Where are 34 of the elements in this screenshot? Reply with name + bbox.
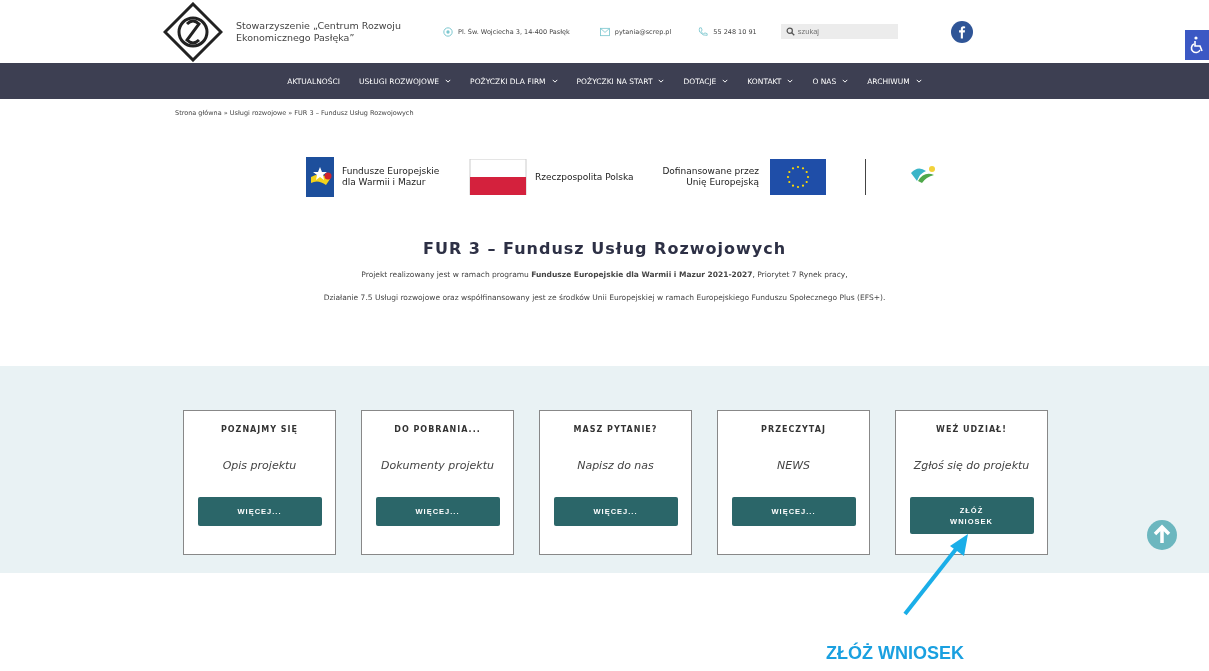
card-heading: MASZ PYTANIE? <box>573 425 658 434</box>
page-title: FUR 3 – Fundusz Usług Rozwojowych <box>421 239 788 258</box>
card-text: NEWS <box>776 459 810 472</box>
chevron-down-icon <box>551 79 558 83</box>
card-heading: WEŹ UDZIAŁ! <box>936 425 1007 434</box>
card-text: Napisz do nas <box>577 459 654 472</box>
chevron-down-icon <box>787 79 794 83</box>
logo-caption: Dofinansowane przez Unię Europejską <box>661 166 759 188</box>
chevron-down-icon <box>915 79 922 83</box>
chevron-down-icon <box>658 79 665 83</box>
card-heading: POZNAJMY SIĘ <box>220 425 299 434</box>
envelope-icon <box>599 26 610 37</box>
phone-icon <box>698 26 709 37</box>
chevron-down-icon <box>722 79 729 83</box>
organization-name: Stowarzyszenie „Centrum Rozwoju Ekonomicznego Pasłęka” <box>236 19 403 44</box>
card-text: Zgłoś się do projektu <box>913 459 1030 472</box>
card-heading: DO POBRANIA... <box>394 425 481 434</box>
card-text: Dokumenty projektu <box>381 459 494 472</box>
chevron-down-icon <box>445 79 452 83</box>
eu-flag-icon <box>769 159 827 195</box>
facebook-icon[interactable] <box>950 20 973 43</box>
polish-flag-icon <box>469 159 527 195</box>
wheelchair-icon <box>1189 36 1205 54</box>
card-heading: PRZECZYTAJ <box>761 425 826 434</box>
search-icon <box>785 27 795 36</box>
logo-icon[interactable] <box>163 1 223 62</box>
card-text: Opis projektu <box>222 459 297 472</box>
logo-caption: Rzeczpospolita Polska <box>535 171 635 183</box>
annotation-label: ZŁÓŻ WNIOSEK <box>826 643 964 664</box>
logo-caption: Fundusze Europejskie dla Warmii i Mazur <box>342 166 441 188</box>
location-pin-icon <box>443 26 453 37</box>
chevron-down-icon <box>842 79 849 83</box>
accessibility-button[interactable] <box>1185 30 1209 60</box>
european-funds-logo-icon <box>306 157 334 197</box>
